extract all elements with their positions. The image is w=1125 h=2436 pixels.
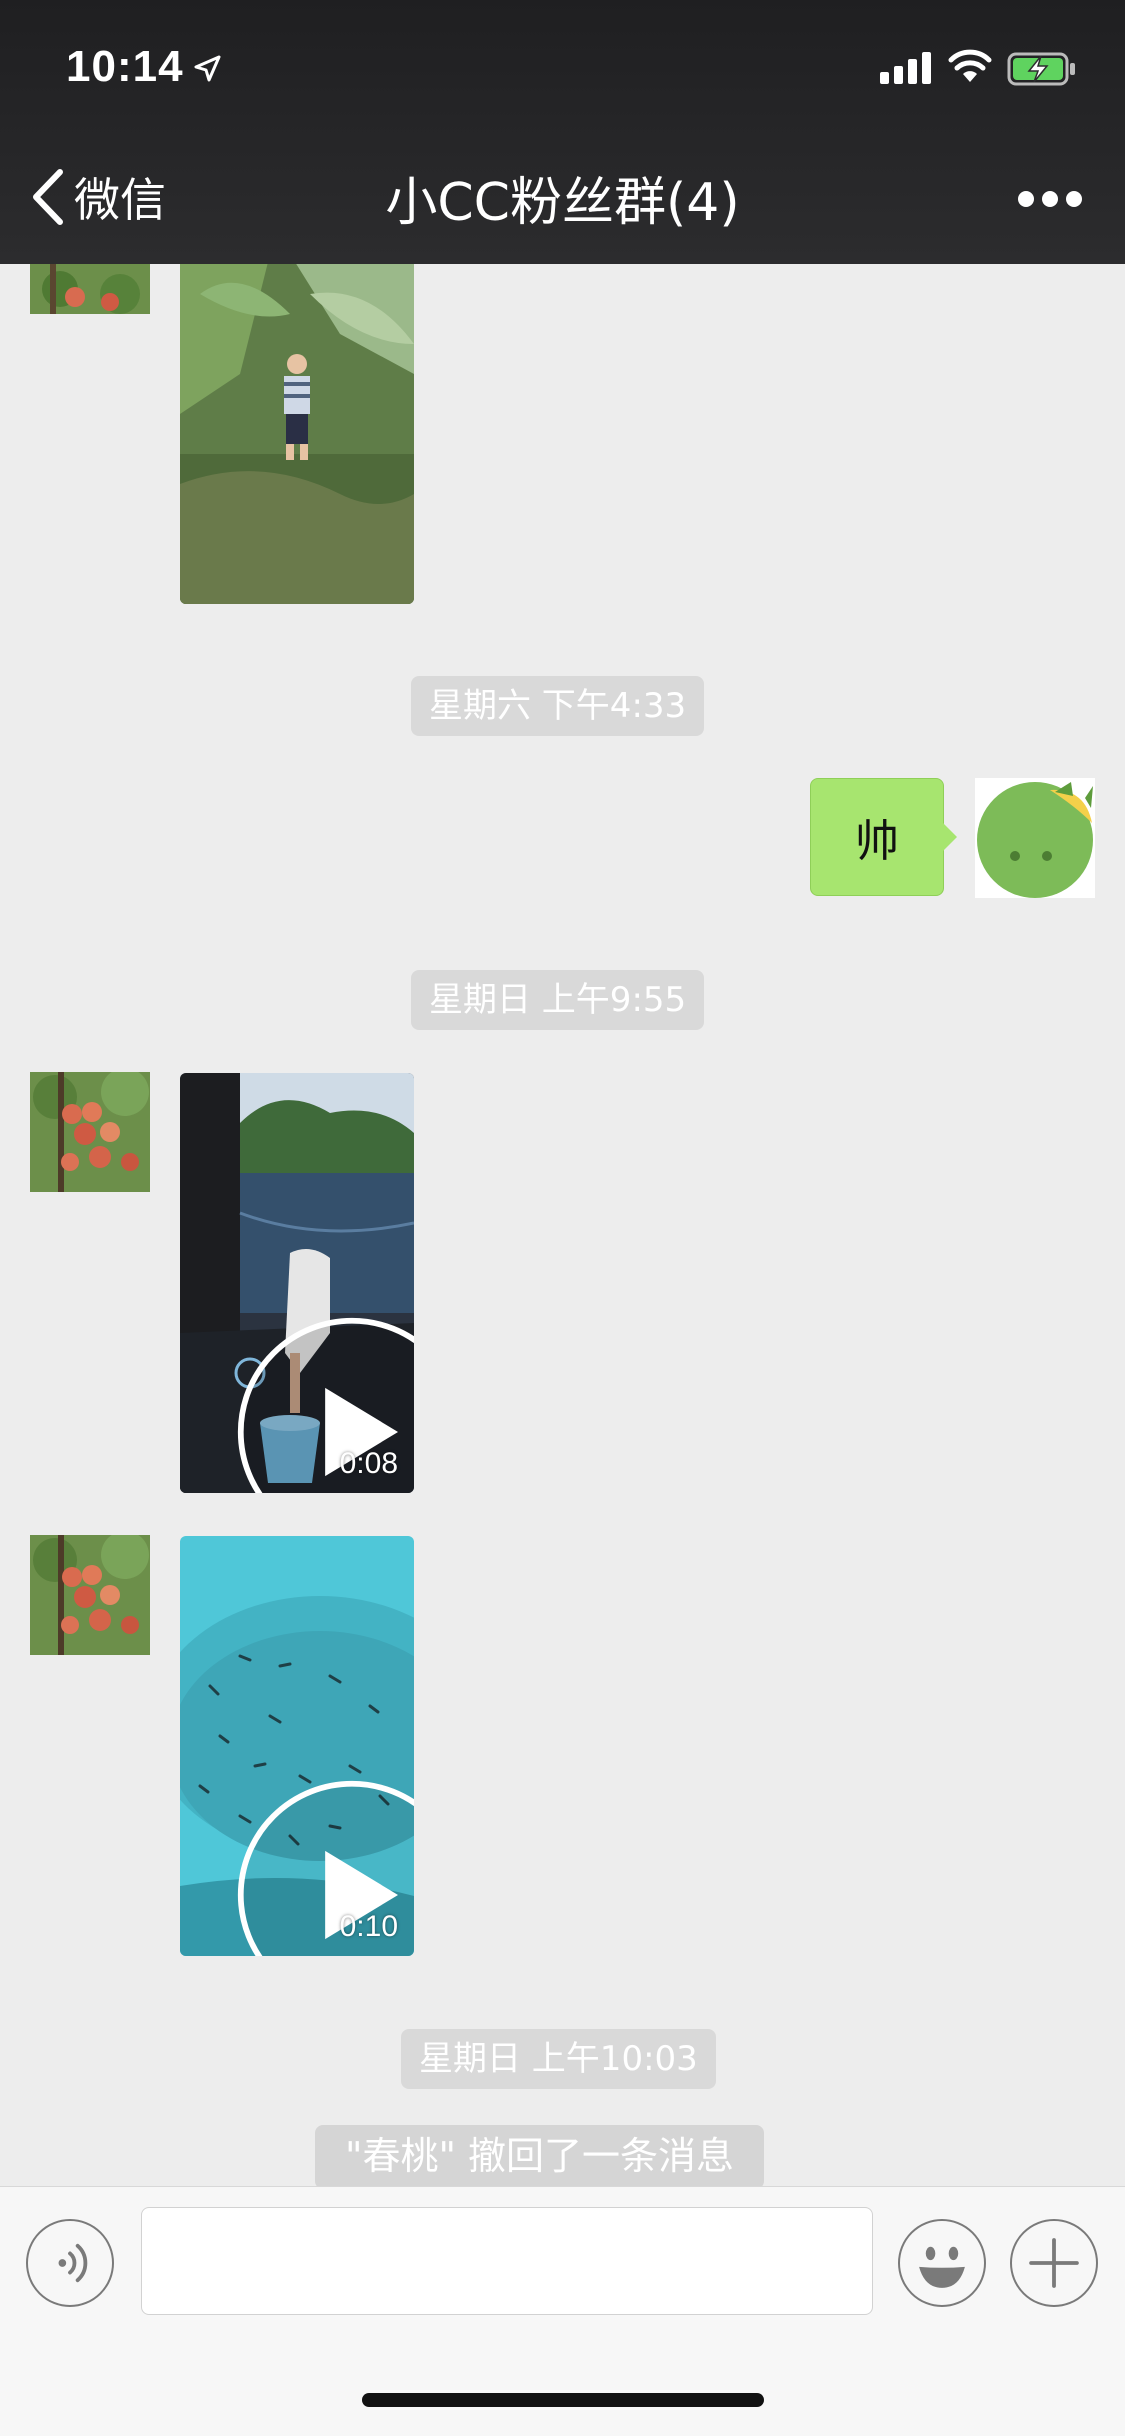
plus-button[interactable] <box>1010 2219 1098 2307</box>
timestamp: 星期六 下午4:33 <box>411 676 705 736</box>
emoji-icon <box>919 2246 965 2288</box>
voice-button[interactable] <box>26 2219 114 2307</box>
wifi-icon <box>948 49 992 82</box>
avatar[interactable] <box>30 264 150 314</box>
text-message-bubble[interactable]: 帅 <box>810 778 957 896</box>
plus-icon <box>1029 2238 1079 2288</box>
more-dots-icon[interactable] <box>1016 188 1084 210</box>
bubble-tail <box>943 823 957 851</box>
video-duration: 0:10 <box>339 1910 398 1943</box>
navigation-header: 10:14 微信 小CC粉丝群(4) <box>0 0 1125 264</box>
message-input[interactable] <box>141 2207 873 2315</box>
video-message[interactable]: 0:10 <box>180 1536 414 1956</box>
chat-title: 小CC粉丝群(4) <box>385 173 740 233</box>
home-indicator[interactable] <box>362 2393 764 2407</box>
recall-notice: "春桃" 撤回了一条消息 <box>315 2125 765 2186</box>
timestamp: 星期日 上午10:03 <box>401 2029 716 2089</box>
video-message[interactable]: 0:08 <box>180 1073 414 1493</box>
timestamp: 星期日 上午9:55 <box>411 970 705 1030</box>
avatar[interactable] <box>30 1072 150 1192</box>
avatar[interactable] <box>975 778 1095 898</box>
voice-icon <box>58 2243 88 2283</box>
photo-message[interactable] <box>180 264 414 604</box>
status-time: 10:14 <box>66 42 184 91</box>
battery-charging-icon <box>1007 52 1075 86</box>
message-text: 帅 <box>855 816 899 867</box>
video-duration: 0:08 <box>339 1447 398 1480</box>
signal-bars-icon <box>880 52 934 84</box>
emoji-button[interactable] <box>898 2219 986 2307</box>
avatar[interactable] <box>30 1535 150 1655</box>
chat-message-list[interactable]: 星期六 下午4:33 帅 星期日 上午9:55 0:08 0:10 星期日 上午… <box>0 264 1125 2186</box>
location-arrow-icon <box>194 55 221 82</box>
